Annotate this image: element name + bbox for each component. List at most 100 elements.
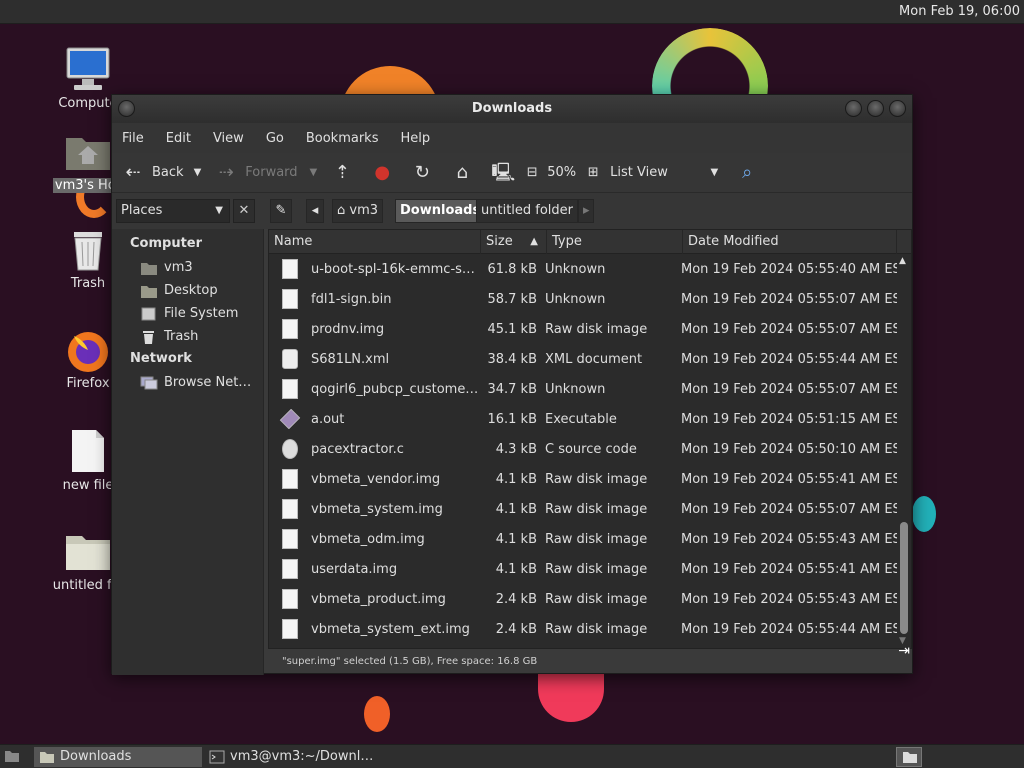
forward-arrow-icon: ⇢: [218, 161, 234, 183]
file-row[interactable]: vbmeta_product.img 2.4 kB Raw disk image Mo…: [269, 584, 911, 614]
chevron-down-icon: ▼: [710, 167, 719, 178]
back-button[interactable]: ⇠ Back: [122, 162, 183, 184]
sidebar-item-desktop[interactable]: Desktop: [112, 279, 263, 302]
workspace-switcher[interactable]: [896, 747, 922, 767]
crumb-vm3[interactable]: ⌂ vm3: [332, 199, 384, 223]
zoom-out-button[interactable]: ⊟: [521, 162, 543, 184]
file-size: 16.1 kB: [487, 411, 537, 427]
task-terminal[interactable]: vm3@vm3:~/Downl…: [204, 747, 374, 767]
column-size[interactable]: Size ▲: [481, 230, 547, 254]
sidebar-item-file-system[interactable]: File System: [112, 302, 263, 325]
sidebar-item-vm3[interactable]: vm3: [112, 256, 263, 279]
menu-go[interactable]: Go: [266, 131, 284, 146]
file-row[interactable]: vbmeta_system.img 4.1 kB Raw disk image Mon…: [269, 494, 911, 524]
file-icon-cell: [269, 439, 311, 459]
stop-button[interactable]: ●: [371, 162, 393, 184]
file-icon-cell: [269, 499, 311, 519]
file-date-modified: Mon 19 Feb 2024 05:55:41 AM EST: [681, 471, 901, 487]
column-name[interactable]: Name: [269, 230, 481, 254]
resize-grip-icon[interactable]: ⇥: [898, 643, 910, 659]
home-icon: ⌂: [456, 161, 468, 183]
zoom-level[interactable]: 50%: [547, 165, 576, 180]
reload-button[interactable]: ↻: [411, 162, 433, 184]
task-label: Downloads: [60, 749, 132, 764]
status-bar: "super.img" selected (1.5 GB), Free spac…: [282, 656, 538, 667]
file-row[interactable]: vbmeta_system_ext.img 2.4 kB Raw disk imag…: [269, 614, 911, 644]
maximize-button[interactable]: [867, 100, 884, 117]
sidebar-header-computer: Computer: [130, 236, 203, 251]
stop-icon: ●: [374, 161, 391, 183]
chevron-down-icon: ▼: [215, 205, 223, 216]
minimize-button[interactable]: [845, 100, 862, 117]
column-type[interactable]: Type: [547, 230, 683, 254]
back-history-dropdown[interactable]: ▼: [194, 167, 202, 178]
file-size: 2.4 kB: [495, 591, 537, 607]
close-button[interactable]: [889, 100, 906, 117]
search-button[interactable]: ⌕: [736, 162, 758, 184]
file-icon: [282, 619, 298, 639]
file-icon-cell: [269, 589, 311, 609]
crumb-untitled-folder[interactable]: untitled folder: [476, 199, 579, 223]
scroll-up-arrow-icon[interactable]: ▲: [899, 256, 906, 266]
up-arrow-icon: ⇡: [334, 161, 350, 183]
clock[interactable]: Mon Feb 19, 06:00: [899, 4, 1020, 19]
view-mode-select[interactable]: List View ▼: [610, 165, 718, 180]
crumb-right-button[interactable]: ▸: [578, 199, 594, 223]
file-row[interactable]: pacextractor.c 4.3 kB C source code Mon 19 …: [269, 434, 911, 464]
column-date-modified[interactable]: Date Modified: [683, 230, 897, 254]
file-row[interactable]: qogirl6_pubcp_custome… 34.7 kB Unknown Mon …: [269, 374, 911, 404]
file-row[interactable]: prodnv.img 45.1 kB Raw disk image Mon 19 Fe…: [269, 314, 911, 344]
file-name: u-boot-spl-16k-emmc-s…: [311, 261, 475, 277]
crumb-left-button[interactable]: ◂: [306, 199, 324, 223]
file-row[interactable]: a.out 16.1 kB Executable Mon 19 Feb 2024 05…: [269, 404, 911, 434]
toggle-location-entry-button[interactable]: ✎: [270, 199, 292, 223]
task-downloads[interactable]: Downloads: [34, 747, 202, 767]
file-date-modified: Mon 19 Feb 2024 05:55:44 AM EST: [681, 621, 901, 637]
file-row[interactable]: fdl1-sign.bin 58.7 kB Unknown Mon 19 Feb 20…: [269, 284, 911, 314]
up-button[interactable]: ⇡: [331, 162, 353, 184]
chevron-left-icon: ◂: [311, 203, 319, 218]
window-menu-button[interactable]: [118, 100, 135, 117]
menu-edit[interactable]: Edit: [166, 131, 191, 146]
close-sidebar-button[interactable]: ✕: [233, 199, 255, 223]
sidebar-item-browse-network[interactable]: Browse Net…: [112, 371, 263, 394]
file-type: XML document: [545, 351, 643, 367]
computer-icon: [64, 46, 112, 94]
window-titlebar[interactable]: Downloads: [112, 95, 912, 123]
menu-bookmarks[interactable]: Bookmarks: [306, 131, 379, 146]
menu-view[interactable]: View: [213, 131, 244, 146]
forward-button[interactable]: ⇢ Forward: [215, 161, 298, 184]
computer-button[interactable]: 🖳: [491, 162, 515, 184]
file-row[interactable]: u-boot-spl-16k-emmc-s… 61.8 kB Unknown Mon …: [269, 254, 911, 284]
wallpaper-small-shape: [364, 696, 390, 732]
file-row[interactable]: vbmeta_odm.img 4.1 kB Raw disk image Mon 19…: [269, 524, 911, 554]
file-size: 58.7 kB: [487, 291, 537, 307]
crumb-downloads[interactable]: Downloads: [395, 199, 486, 223]
file-list[interactable]: Name Size ▲ Type Date Modified u-boot-sp…: [268, 229, 912, 649]
menu-help[interactable]: Help: [400, 131, 430, 146]
sidebar-item-label: Desktop: [164, 282, 218, 298]
file-size: 4.1 kB: [495, 501, 537, 517]
file-manager-window[interactable]: Downloads File Edit View Go Bookmarks He…: [111, 94, 913, 675]
file-row[interactable]: S681LN.xml 38.4 kB XML document Mon 19 Feb …: [269, 344, 911, 374]
zoom-in-button[interactable]: ⊞: [582, 162, 604, 184]
scrollbar-thumb[interactable]: [900, 522, 908, 634]
forward-history-dropdown[interactable]: ▼: [310, 167, 318, 178]
folder-icon: [39, 749, 55, 768]
file-row[interactable]: userdata.img 4.1 kB Raw disk image Mon 19 F…: [269, 554, 911, 584]
sidebar-item-trash[interactable]: Trash: [112, 325, 263, 348]
sidebar-item-label: File System: [164, 305, 239, 321]
column-size-label: Size: [486, 234, 513, 249]
file-type: Unknown: [545, 291, 606, 307]
show-desktop-icon[interactable]: [4, 748, 20, 764]
sidebar-item-label: Trash: [164, 328, 199, 344]
file-row[interactable]: vbmeta_vendor.img 4.1 kB Raw disk image Mon…: [269, 464, 911, 494]
home-button[interactable]: ⌂: [451, 162, 473, 184]
file-name: vbmeta_system.img: [311, 501, 443, 517]
file-icon-cell: [269, 529, 311, 549]
sidebar-type-select[interactable]: Places ▼: [116, 199, 230, 223]
vertical-scrollbar[interactable]: ▲ ▼: [897, 254, 911, 648]
file-name: qogirl6_pubcp_custome…: [311, 381, 479, 397]
file-icon-cell: [269, 289, 311, 309]
menu-file[interactable]: File: [122, 131, 144, 146]
